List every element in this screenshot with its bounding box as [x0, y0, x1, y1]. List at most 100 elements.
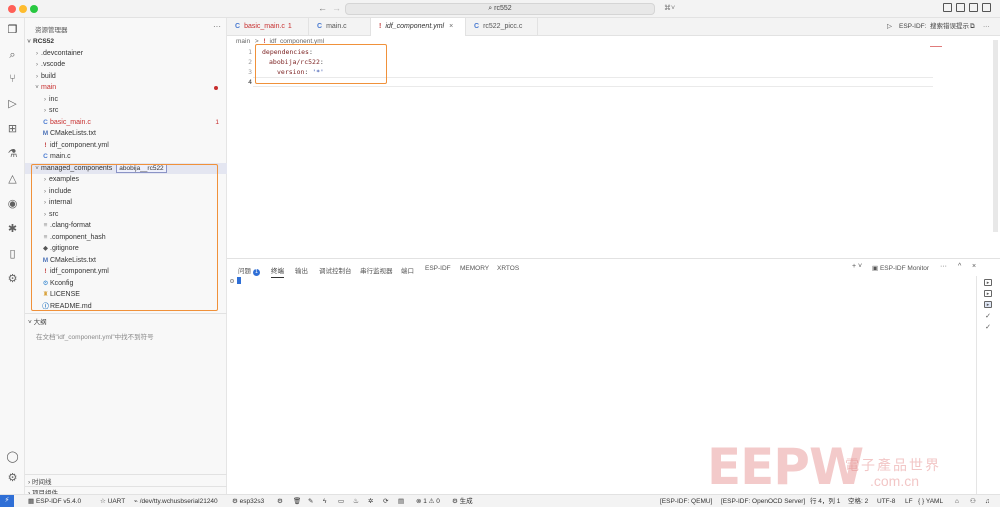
- extensions-icon[interactable]: ⊞: [6, 123, 19, 136]
- outline-empty-message: 在文档"idf_component.yml"中找不到符号: [36, 334, 154, 341]
- debug-icon[interactable]: ✲: [368, 497, 373, 506]
- tree-item-main-c[interactable]: Cmain.c: [25, 151, 227, 162]
- cmake-file-icon: M: [42, 130, 49, 137]
- maximize-window-button[interactable]: [30, 5, 38, 13]
- espressif-icon[interactable]: ◉: [6, 198, 19, 211]
- build-icon[interactable]: ✎: [308, 497, 313, 506]
- panel-tab-debug-console[interactable]: 调试控制台: [319, 265, 352, 275]
- status-esp-idf-version[interactable]: ▦ ESP-IDF v5.4.0: [28, 497, 81, 506]
- testing-icon[interactable]: ⚗: [6, 148, 19, 161]
- toggle-panel-icon[interactable]: [956, 3, 965, 12]
- panel-tab-esp-idf[interactable]: ESP-IDF: [425, 265, 451, 272]
- terminal-selector[interactable]: ▣ ESP-IDF Monitor: [872, 264, 929, 272]
- close-panel-icon[interactable]: ×: [972, 263, 976, 270]
- minimize-window-button[interactable]: [19, 5, 27, 13]
- toggle-secondary-sidebar-icon[interactable]: [969, 3, 978, 12]
- tree-item-vscode[interactable]: › .vscode: [25, 59, 227, 70]
- close-window-button[interactable]: [8, 5, 16, 13]
- project-root[interactable]: ˅ RCS52: [25, 36, 227, 47]
- split-editor-icon[interactable]: ⧉: [970, 18, 975, 36]
- tree-item-build[interactable]: › build: [25, 71, 227, 82]
- tree-item-basic-main-c[interactable]: Cbasic_main.c 1: [25, 117, 227, 128]
- esp-idf-action[interactable]: ESP-IDF:: [899, 18, 926, 36]
- tab-rc522-picc-c[interactable]: Crc522_picc.c: [466, 18, 538, 36]
- back-arrow-icon[interactable]: ←: [318, 3, 327, 13]
- notifications-icon[interactable]: ⌂: [955, 497, 959, 506]
- tree-item-main[interactable]: ˅ main: [25, 82, 227, 93]
- search-error-hint-button[interactable]: 搜索错误提示: [930, 18, 969, 36]
- check-icon[interactable]: ✓: [984, 313, 992, 320]
- status-indentation[interactable]: 空格: 2: [848, 497, 868, 506]
- monitor-icon[interactable]: ▭: [338, 497, 344, 506]
- terminal-instance-icon[interactable]: ▸: [984, 290, 992, 297]
- copilot-icon[interactable]: ⌘˅: [664, 4, 675, 12]
- explorer-icon[interactable]: ❐: [6, 24, 19, 37]
- editor-scrollbar[interactable]: [993, 40, 998, 232]
- maximize-panel-icon[interactable]: ^: [958, 263, 961, 270]
- trash-icon[interactable]: 🗑: [293, 497, 301, 506]
- tab-idf-component-yml[interactable]: ! idf_component.yml ×: [371, 18, 466, 36]
- flame-icon[interactable]: ♨: [353, 497, 359, 506]
- panel-tab-terminal[interactable]: 终端: [271, 265, 284, 278]
- customize-layout-icon[interactable]: [982, 3, 991, 12]
- account-icon[interactable]: ◯: [6, 451, 19, 464]
- tree-item-idf-component-yml[interactable]: ! idf_component.yml: [25, 140, 227, 151]
- device-icon[interactable]: ▯: [6, 248, 19, 261]
- terminal-instance-icon[interactable]: ▸: [984, 301, 992, 308]
- status-cursor-position[interactable]: 行 4，列 1: [810, 497, 840, 506]
- outline-section-header[interactable]: ˅ 大纲: [28, 316, 47, 326]
- search-icon[interactable]: ⌕: [6, 49, 19, 62]
- tree-item-devcontainer[interactable]: › .devcontainer: [25, 48, 227, 59]
- idf-tool-icon[interactable]: ⚙: [6, 273, 19, 286]
- remote-indicator[interactable]: ⚡: [0, 495, 14, 507]
- status-encoding[interactable]: UTF-8: [877, 497, 895, 506]
- close-icon[interactable]: ×: [449, 23, 453, 30]
- status-uart[interactable]: ☆ UART: [100, 497, 125, 506]
- status-target-chip[interactable]: ⚙ esp32s3: [232, 497, 264, 506]
- more-actions-icon[interactable]: ···: [213, 22, 221, 31]
- tab-basic-main-c[interactable]: Cbasic_main.c 1: [227, 18, 309, 36]
- source-control-icon[interactable]: ⑂: [6, 73, 19, 86]
- panel-tab-xrtos[interactable]: XRTOS: [497, 265, 519, 272]
- status-qemu[interactable]: [ESP-IDF: QEMU]: [660, 497, 712, 506]
- chevron-down-icon: ˅: [27, 39, 31, 45]
- status-problems[interactable]: ⊗ 1 ⚠ 0: [416, 497, 440, 506]
- terminal-icon[interactable]: ▤: [398, 497, 404, 506]
- more-actions-icon[interactable]: ···: [940, 263, 947, 270]
- tab-main-c[interactable]: Cmain.c: [309, 18, 371, 36]
- platformio-icon[interactable]: △: [6, 173, 19, 186]
- panel-tab-problems[interactable]: 问题 1: [238, 265, 261, 276]
- status-serial-port[interactable]: ⌁ /dev/tty.wchusbserial21240: [134, 497, 218, 506]
- flash-icon[interactable]: ϟ: [323, 497, 326, 506]
- toggle-sidebar-icon[interactable]: [943, 3, 952, 12]
- terminal-cursor[interactable]: [237, 277, 241, 284]
- new-terminal-button[interactable]: + ˅: [852, 263, 862, 270]
- timeline-section-header[interactable]: › 时间线: [28, 476, 51, 486]
- eepw-watermark-cn: 電子產品世界: [845, 457, 941, 473]
- sync-icon[interactable]: ⟳: [383, 497, 388, 506]
- tree-item-inc[interactable]: › inc: [25, 94, 227, 105]
- forward-arrow-icon[interactable]: →: [332, 3, 341, 13]
- chevron-down-icon: ˅: [35, 85, 39, 91]
- panel-tab-memory[interactable]: MEMORY: [460, 265, 489, 272]
- run-debug-icon[interactable]: ▷: [6, 98, 19, 111]
- more-actions-icon[interactable]: ···: [983, 18, 990, 36]
- status-eol[interactable]: LF: [905, 497, 913, 506]
- copilot-status-icon[interactable]: ⚇: [970, 497, 976, 506]
- panel-tab-ports[interactable]: 端口: [401, 265, 414, 275]
- terminal-instance-icon[interactable]: ▸: [984, 279, 992, 286]
- gear-icon[interactable]: ⚙: [6, 472, 19, 485]
- status-language[interactable]: { } YAML: [918, 497, 943, 506]
- panel-tab-serial-monitor[interactable]: 串行监视器: [360, 265, 393, 275]
- status-openocd[interactable]: [ESP-IDF: OpenOCD Server]: [721, 497, 805, 506]
- run-icon[interactable]: ▷: [887, 18, 892, 36]
- gear-icon[interactable]: ⚙: [277, 497, 283, 506]
- check-icon[interactable]: ✓: [984, 324, 992, 331]
- tree-item-src[interactable]: › src: [25, 105, 227, 116]
- tree-item-cmakelists[interactable]: M CMakeLists.txt: [25, 128, 227, 139]
- idf-icon[interactable]: ✱: [6, 223, 19, 236]
- status-build[interactable]: ⚙ 生成: [452, 497, 473, 506]
- panel-tab-output[interactable]: 输出: [295, 265, 308, 275]
- command-center-search[interactable]: ⌕ rc552: [345, 3, 655, 15]
- bell-icon[interactable]: ♫: [985, 497, 990, 506]
